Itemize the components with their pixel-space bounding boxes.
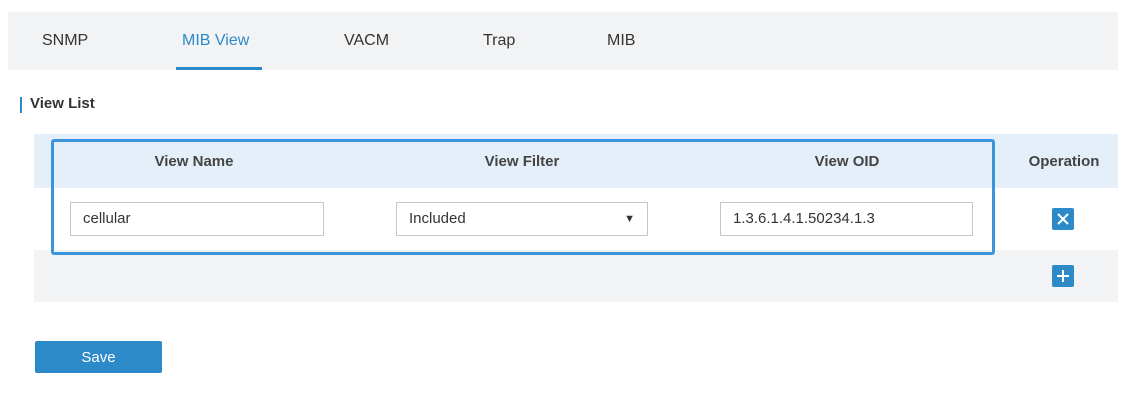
plus-icon <box>1057 270 1069 282</box>
tab-bar: SNMP MIB View VACM Trap MIB <box>8 12 1118 70</box>
view-filter-value: Included <box>409 210 466 227</box>
save-button[interactable]: Save <box>35 341 162 373</box>
tab-trap[interactable]: Trap <box>483 32 515 50</box>
header-view-filter: View Filter <box>484 153 560 170</box>
view-filter-select[interactable]: Included ▼ <box>396 202 648 236</box>
view-list-table: View Name View Filter View OID Operation… <box>34 134 1118 302</box>
dropdown-arrow-icon: ▼ <box>624 213 635 225</box>
page-frame: SNMP MIB View VACM Trap MIB View List Vi… <box>8 12 1118 403</box>
view-name-input[interactable]: cellular <box>70 202 324 236</box>
tab-vacm[interactable]: VACM <box>344 32 389 50</box>
tab-mib-view[interactable]: MIB View <box>182 32 249 50</box>
header-operation: Operation <box>1028 153 1100 170</box>
delete-row-button[interactable] <box>1052 208 1074 230</box>
tab-snmp[interactable]: SNMP <box>42 32 88 50</box>
header-view-oid: View OID <box>814 153 880 170</box>
section-title: View List <box>20 95 95 113</box>
main-content: View List View Name View Filter View OID… <box>8 70 1118 403</box>
view-oid-input[interactable]: 1.3.6.1.4.1.50234.1.3 <box>720 202 973 236</box>
table-row: cellular Included ▼ 1.3.6.1.4.1.50234.1.… <box>34 188 1118 250</box>
close-icon <box>1057 213 1069 225</box>
table-header: View Name View Filter View OID Operation <box>34 134 1118 188</box>
header-view-name: View Name <box>154 153 234 170</box>
add-row-button[interactable] <box>1052 265 1074 287</box>
tab-mib[interactable]: MIB <box>607 32 635 50</box>
